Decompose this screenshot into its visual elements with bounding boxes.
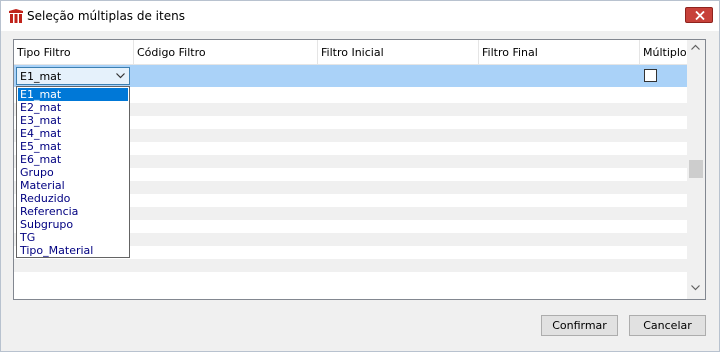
dropdown-option-tipo-material[interactable]: Tipo_Material xyxy=(18,244,128,257)
dropdown-option-e4-mat[interactable]: E4_mat xyxy=(18,127,128,140)
grid-header: Tipo Filtro Código Filtro Filtro Inicial… xyxy=(14,40,687,65)
close-button[interactable] xyxy=(685,7,713,23)
column-header-filtro-inicial[interactable]: Filtro Inicial xyxy=(318,40,479,64)
dropdown-option-e1-mat[interactable]: E1_mat xyxy=(18,88,128,101)
dropdown-option-e2-mat[interactable]: E2_mat xyxy=(18,101,128,114)
chevron-down-icon xyxy=(116,73,125,79)
column-header-codigo-filtro[interactable]: Código Filtro xyxy=(134,40,318,64)
cancel-button-label: Cancelar xyxy=(643,319,692,332)
column-header-tipo-filtro[interactable]: Tipo Filtro xyxy=(14,40,134,64)
dropdown-option-reduzido[interactable]: Reduzido xyxy=(18,192,128,205)
dropdown-option-grupo[interactable]: Grupo xyxy=(18,166,128,179)
tipo-filtro-dropdown-list: E1_mat E2_mat E3_mat E4_mat E5_mat E6_ma… xyxy=(16,86,130,258)
tipo-filtro-value: E1_mat xyxy=(20,70,62,83)
dropdown-option-material[interactable]: Material xyxy=(18,179,128,192)
close-icon xyxy=(695,11,705,20)
window-title: Seleção múltiplas de itens xyxy=(27,9,185,23)
empty-row[interactable] xyxy=(14,259,687,272)
vertical-scrollbar[interactable] xyxy=(687,40,705,299)
dialog-window: Seleção múltiplas de itens Tipo Filtro C… xyxy=(0,0,720,352)
multiplo-checkbox[interactable] xyxy=(644,69,657,82)
dropdown-option-e6-mat[interactable]: E6_mat xyxy=(18,153,128,166)
app-logo-icon xyxy=(8,8,24,24)
dropdown-option-e5-mat[interactable]: E5_mat xyxy=(18,140,128,153)
dropdown-option-subgrupo[interactable]: Subgrupo xyxy=(18,218,128,231)
chevron-down-icon[interactable] xyxy=(691,285,700,291)
column-header-filtro-final[interactable]: Filtro Final xyxy=(479,40,640,64)
dropdown-option-tg[interactable]: TG xyxy=(18,231,128,244)
chevron-up-icon[interactable] xyxy=(691,44,700,50)
confirm-button[interactable]: Confirmar xyxy=(541,315,618,336)
tipo-filtro-combobox[interactable]: E1_mat xyxy=(16,67,130,85)
scrollbar-thumb[interactable] xyxy=(689,160,703,178)
dropdown-option-referencia[interactable]: Referencia xyxy=(18,205,128,218)
column-header-multiplo[interactable]: Múltiplo xyxy=(640,40,687,64)
cancel-button[interactable]: Cancelar xyxy=(629,315,706,336)
filter-grid[interactable]: Tipo Filtro Código Filtro Filtro Inicial… xyxy=(13,39,706,300)
title-bar[interactable]: Seleção múltiplas de itens xyxy=(1,1,719,31)
confirm-button-label: Confirmar xyxy=(552,319,607,332)
dropdown-option-e3-mat[interactable]: E3_mat xyxy=(18,114,128,127)
